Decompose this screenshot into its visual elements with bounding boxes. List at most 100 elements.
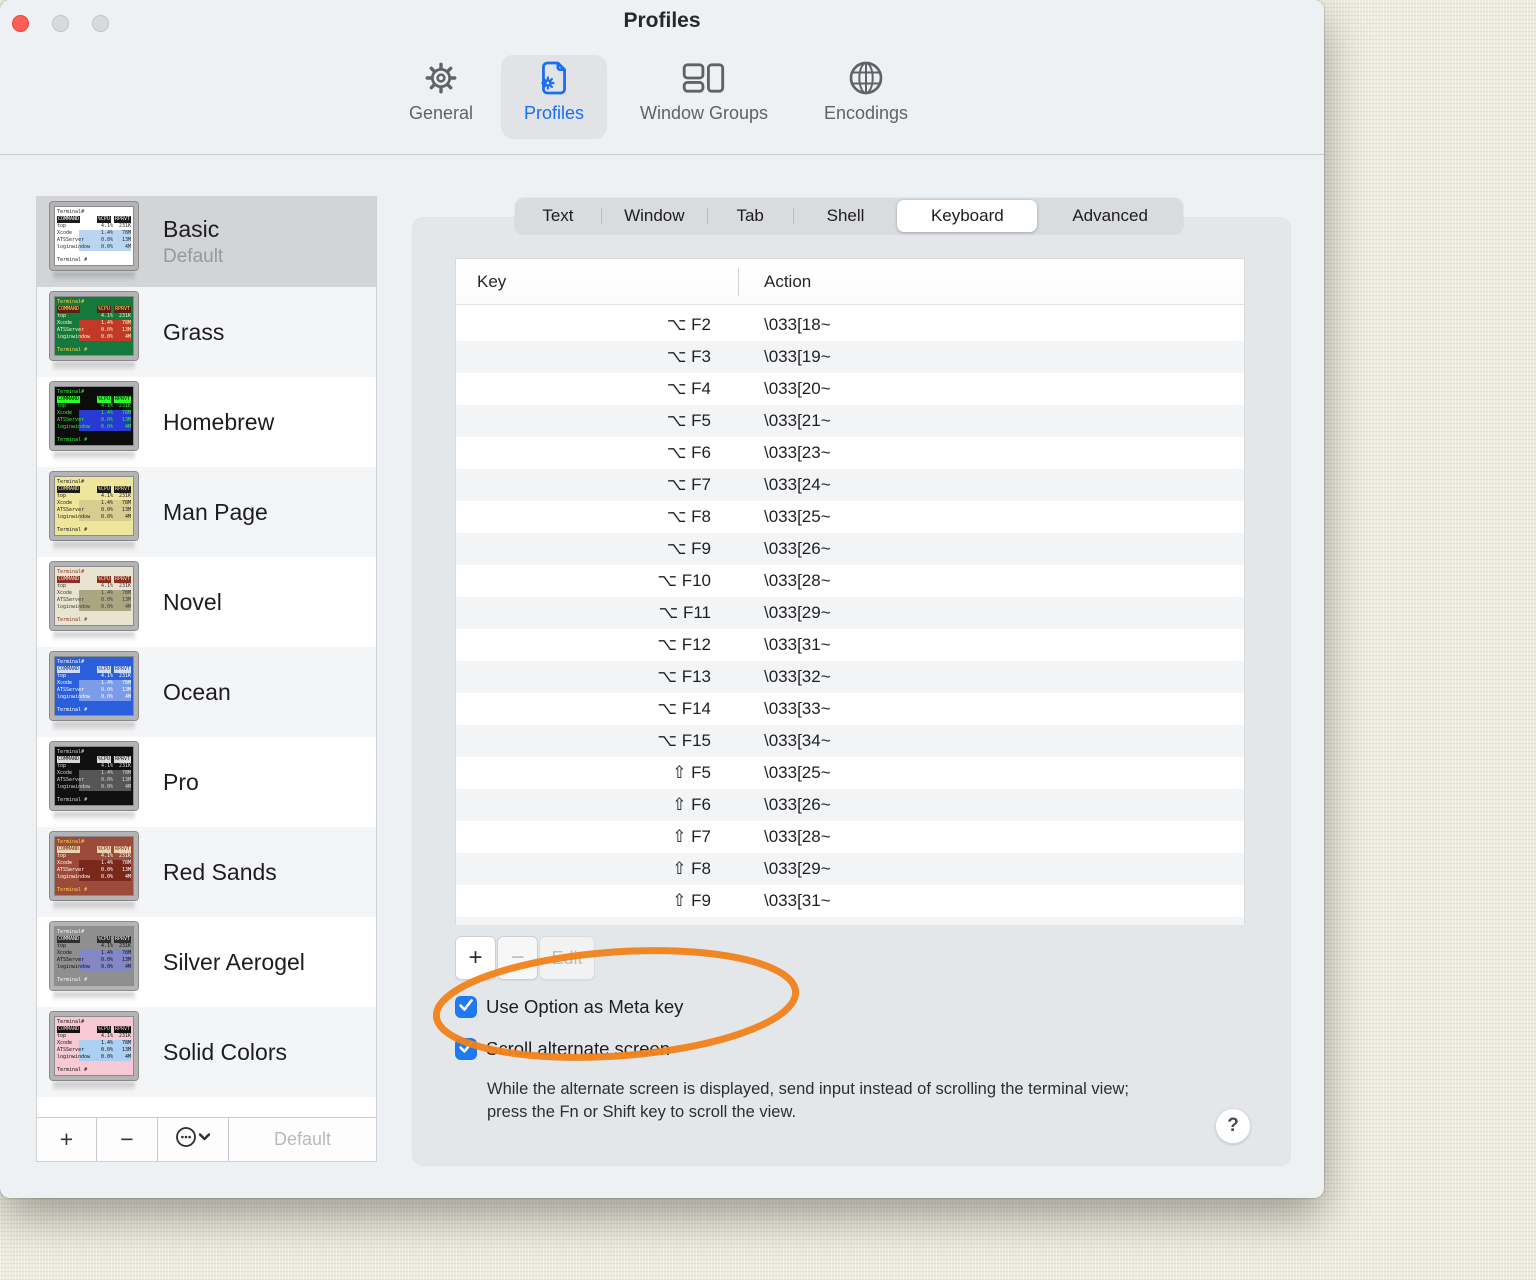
profile-list-item[interactable]: Terminal# COMMAND %CPU RPRVT top 4.1% 231K… — [37, 377, 376, 467]
key-binding-row[interactable]: ⌥ F2 \033[18~ — [456, 309, 1244, 341]
profile-list-item[interactable]: Terminal# COMMAND %CPU RPRVT top 4.1% 231K… — [37, 737, 376, 827]
key-binding-row[interactable]: ⌥ F8 \033[25~ — [456, 501, 1244, 533]
titlebar: Profiles General Profiles Window Groups … — [0, 0, 1324, 155]
profile-list-item[interactable]: Terminal# COMMAND %CPU RPRVT top 4.1% 231K… — [37, 1007, 376, 1097]
binding-action: \033[24~ — [764, 475, 831, 494]
terminal-preview: Terminal# COMMAND %CPU RPRVT top 4.1% 231K… — [49, 560, 139, 631]
ellipsis-circle-chevron-icon — [173, 1125, 213, 1155]
scroll-alternate-screen-checkbox[interactable] — [455, 1038, 477, 1060]
thumb-process-row: top 4.1% 231K — [57, 402, 131, 409]
tab-shell[interactable]: Shell — [794, 198, 898, 234]
key-binding-row[interactable]: ⌥ F4 \033[20~ — [456, 373, 1244, 405]
toolbar-label: Encodings — [823, 103, 909, 123]
key-bindings-table: Key Action ⌥ F2 \033[18~ ⌥ F3 \033[19~ ⌥… — [455, 258, 1245, 925]
thumb-prompt: Terminal # — [57, 346, 88, 353]
thumbnail-reflection — [53, 541, 135, 553]
key-binding-row[interactable]: ⌥ F14 \033[33~ — [456, 693, 1244, 725]
thumbnail-reflection — [53, 1081, 135, 1093]
help-button[interactable]: ? — [1215, 1108, 1251, 1144]
thumb-title: Terminal# — [57, 928, 85, 935]
remove-binding-button[interactable]: − — [497, 936, 538, 980]
window-groups-icon — [682, 55, 726, 101]
thumb-process-row: ATSServer 0.0% 13M — [57, 686, 131, 694]
thumbnail-reflection — [53, 451, 135, 463]
key-binding-row[interactable]: ⌥ F10 \033[28~ — [456, 565, 1244, 597]
profile-thumbnail: Terminal# COMMAND %CPU RPRVT top 4.1% 231K… — [49, 830, 146, 913]
checkbox-label[interactable]: Use Option as Meta key — [486, 996, 683, 1018]
binding-action: \033[20~ — [764, 379, 831, 398]
set-default-button[interactable]: Default — [229, 1118, 376, 1161]
profile-list-item[interactable]: Terminal# COMMAND %CPU RPRVT top 4.1% 231K… — [37, 287, 376, 377]
profile-actions-menu-button[interactable] — [158, 1118, 229, 1161]
key-binding-row[interactable]: ⌥ F3 \033[19~ — [456, 341, 1244, 373]
key-binding-row[interactable]: ⌥ F5 \033[21~ — [456, 405, 1244, 437]
profile-thumbnail: Terminal# COMMAND %CPU RPRVT top 4.1% 231K… — [49, 920, 146, 1003]
profile-list-item[interactable]: Terminal# COMMAND %CPU RPRVT top 4.1% 231K… — [37, 197, 376, 287]
tab-keyboard[interactable]: Keyboard — [897, 200, 1038, 232]
profile-list-item[interactable]: Terminal# COMMAND %CPU RPRVT top 4.1% 231K… — [37, 557, 376, 647]
thumbnail-reflection — [53, 721, 135, 733]
use-option-as-meta-checkbox-row: Use Option as Meta key — [455, 996, 683, 1018]
thumb-process-row: top 4.1% 231K — [57, 852, 131, 859]
edit-binding-button[interactable]: Edit — [539, 936, 595, 980]
key-binding-row[interactable]: ⇧ F9 \033[31~ — [456, 885, 1244, 917]
checkbox-label[interactable]: Scroll alternate screen — [486, 1038, 670, 1060]
thumb-title: Terminal# — [57, 658, 85, 665]
binding-key: ⌥ F10 — [657, 571, 711, 590]
use-option-as-meta-checkbox[interactable] — [455, 996, 477, 1018]
thumb-title: Terminal# — [57, 388, 85, 395]
toolbar-item-profiles[interactable]: Profiles — [501, 55, 607, 139]
thumb-header: COMMAND %CPU RPRVT — [57, 935, 131, 943]
key-binding-row[interactable]: ⌥ F7 \033[24~ — [456, 469, 1244, 501]
add-binding-button[interactable]: + — [455, 936, 496, 980]
profile-list-item[interactable]: Terminal# COMMAND %CPU RPRVT top 4.1% 231K… — [37, 647, 376, 737]
key-binding-row[interactable]: ⇧ F5 \033[25~ — [456, 757, 1244, 789]
checkmark-icon — [455, 1036, 477, 1063]
gear-icon — [422, 55, 460, 101]
key-binding-row[interactable]: ⇧ F8 \033[29~ — [456, 853, 1244, 885]
thumbnail-reflection — [53, 271, 135, 283]
binding-key: ⇧ F6 — [672, 795, 711, 814]
tab-advanced[interactable]: Advanced — [1037, 198, 1183, 234]
key-binding-row[interactable]: ⇧ F6 \033[26~ — [456, 789, 1244, 821]
toolbar-item-encodings[interactable]: Encodings — [804, 55, 928, 139]
add-profile-button[interactable]: + — [37, 1118, 97, 1161]
binding-key: ⌥ F15 — [657, 731, 711, 750]
key-binding-row[interactable]: ⌥ F6 \033[23~ — [456, 437, 1244, 469]
tab-tab[interactable]: Tab — [708, 198, 793, 234]
thumb-process-row: Xcode 1.4% 78M — [57, 679, 131, 687]
toolbar-item-general[interactable]: General — [396, 55, 486, 139]
profile-name: Red Sands — [163, 858, 277, 885]
column-header-action[interactable]: Action — [738, 272, 811, 292]
tab-text[interactable]: Text — [515, 198, 601, 234]
thumb-process-row: Xcode 1.4% 78M — [57, 769, 131, 777]
profile-list-item[interactable]: Terminal# COMMAND %CPU RPRVT top 4.1% 231K… — [37, 917, 376, 1007]
key-binding-row[interactable]: ⌥ F13 \033[32~ — [456, 661, 1244, 693]
key-binding-row[interactable]: ⇧ F7 \033[28~ — [456, 821, 1244, 853]
remove-profile-button[interactable]: − — [97, 1118, 158, 1161]
profile-name: Grass — [163, 318, 225, 345]
profile-list-item[interactable]: Terminal# COMMAND %CPU RPRVT top 4.1% 231K… — [37, 827, 376, 917]
column-divider[interactable] — [738, 268, 739, 296]
toolbar-item-window-groups[interactable]: Window Groups — [616, 55, 792, 139]
profile-list-item[interactable]: Terminal# COMMAND %CPU RPRVT top 4.1% 231K… — [37, 467, 376, 557]
thumb-header: COMMAND %CPU RPRVT — [57, 665, 131, 673]
column-header-key[interactable]: Key — [456, 272, 738, 292]
binding-action: \033[26~ — [764, 795, 831, 814]
binding-action: \033[31~ — [764, 891, 831, 910]
binding-key: ⇧ F9 — [672, 891, 711, 910]
binding-action: \033[29~ — [764, 859, 831, 878]
thumbnail-reflection — [53, 361, 135, 373]
tab-window[interactable]: Window — [602, 198, 707, 234]
thumb-header: COMMAND %CPU RPRVT — [57, 575, 131, 583]
thumb-process-row: Xcode 1.4% 78M — [57, 949, 131, 957]
terminal-preview: Terminal# COMMAND %CPU RPRVT top 4.1% 231K… — [49, 380, 139, 451]
key-binding-row[interactable]: ⌥ F12 \033[31~ — [456, 629, 1244, 661]
key-binding-row[interactable]: ⌥ F15 \033[34~ — [456, 725, 1244, 757]
binding-key: ⌥ F9 — [666, 539, 711, 558]
thumbnail-reflection — [53, 811, 135, 823]
key-binding-row[interactable]: ⌥ F9 \033[26~ — [456, 533, 1244, 565]
thumb-prompt: Terminal # — [57, 1066, 88, 1073]
toolbar-label: General — [408, 103, 474, 123]
key-binding-row[interactable]: ⌥ F11 \033[29~ — [456, 597, 1244, 629]
